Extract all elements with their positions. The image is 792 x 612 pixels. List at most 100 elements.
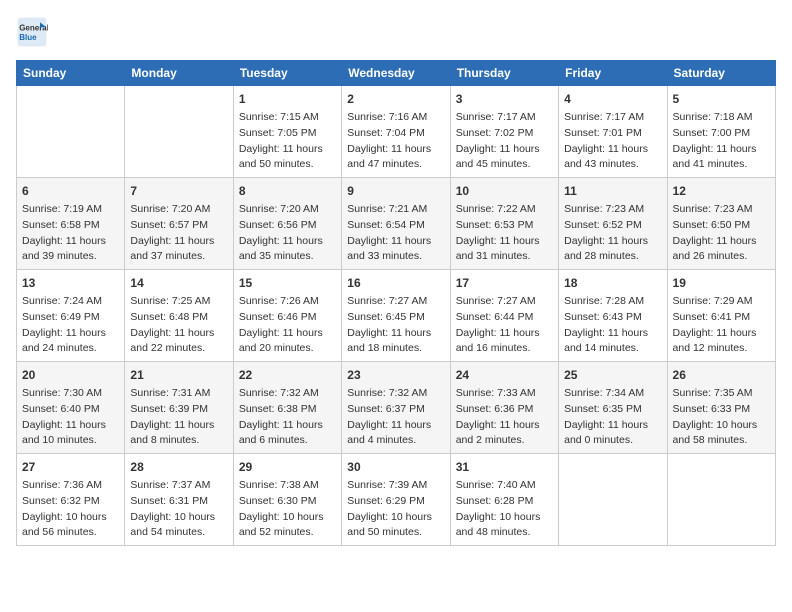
day-number: 2 bbox=[347, 90, 444, 108]
cell-content: Sunrise: 7:17 AM Sunset: 7:01 PM Dayligh… bbox=[564, 110, 661, 173]
day-number: 13 bbox=[22, 274, 119, 292]
cell-content: Sunrise: 7:38 AM Sunset: 6:30 PM Dayligh… bbox=[239, 478, 336, 541]
cell-content: Sunrise: 7:27 AM Sunset: 6:45 PM Dayligh… bbox=[347, 294, 444, 357]
day-number: 26 bbox=[673, 366, 770, 384]
day-number: 27 bbox=[22, 458, 119, 476]
column-header-wednesday: Wednesday bbox=[342, 61, 450, 86]
cell-content: Sunrise: 7:27 AM Sunset: 6:44 PM Dayligh… bbox=[456, 294, 553, 357]
cell-content: Sunrise: 7:33 AM Sunset: 6:36 PM Dayligh… bbox=[456, 386, 553, 449]
calendar-cell: 3Sunrise: 7:17 AM Sunset: 7:02 PM Daylig… bbox=[450, 86, 558, 178]
cell-content: Sunrise: 7:36 AM Sunset: 6:32 PM Dayligh… bbox=[22, 478, 119, 541]
logo-icon: General Blue bbox=[16, 16, 48, 48]
svg-text:General: General bbox=[19, 23, 48, 32]
day-number: 12 bbox=[673, 182, 770, 200]
cell-content: Sunrise: 7:22 AM Sunset: 6:53 PM Dayligh… bbox=[456, 202, 553, 265]
calendar-cell: 24 Sunrise: 7:33 AM Sunset: 6:36 PM Dayli… bbox=[450, 362, 558, 454]
calendar-cell: 5 Sunrise: 7:18 AM Sunset: 7:00 PM Daylig… bbox=[667, 86, 775, 178]
cell-content: Sunrise: 7:31 AM Sunset: 6:39 PM Dayligh… bbox=[130, 386, 227, 449]
day-number: 7 bbox=[130, 182, 227, 200]
calendar-cell: 31Sunrise: 7:40 AM Sunset: 6:28 PM Dayli… bbox=[450, 454, 558, 546]
calendar-cell bbox=[125, 86, 233, 178]
column-header-monday: Monday bbox=[125, 61, 233, 86]
cell-content: Sunrise: 7:16 AM Sunset: 7:04 PM Dayligh… bbox=[347, 110, 444, 173]
calendar-cell: 26Sunrise: 7:35 AM Sunset: 6:33 PM Dayli… bbox=[667, 362, 775, 454]
day-number: 25 bbox=[564, 366, 661, 384]
day-number: 16 bbox=[347, 274, 444, 292]
day-number: 5 bbox=[673, 90, 770, 108]
cell-content: Sunrise: 7:30 AM Sunset: 6:40 PM Dayligh… bbox=[22, 386, 119, 449]
calendar-cell bbox=[17, 86, 125, 178]
calendar-cell: 19 Sunrise: 7:29 AM Sunset: 6:41 PM Dayli… bbox=[667, 270, 775, 362]
day-number: 24 bbox=[456, 366, 553, 384]
day-number: 9 bbox=[347, 182, 444, 200]
day-number: 19 bbox=[673, 274, 770, 292]
day-number: 15 bbox=[239, 274, 336, 292]
logo: General Blue bbox=[16, 16, 52, 48]
day-number: 17 bbox=[456, 274, 553, 292]
calendar-cell bbox=[667, 454, 775, 546]
cell-content: Sunrise: 7:15 AM Sunset: 7:05 PM Dayligh… bbox=[239, 110, 336, 173]
calendar-cell: 25 Sunrise: 7:34 AM Sunset: 6:35 PM Dayli… bbox=[559, 362, 667, 454]
column-header-sunday: Sunday bbox=[17, 61, 125, 86]
week-row-5: 27 Sunrise: 7:36 AM Sunset: 6:32 PM Dayli… bbox=[17, 454, 776, 546]
day-number: 28 bbox=[130, 458, 227, 476]
calendar-cell: 20 Sunrise: 7:30 AM Sunset: 6:40 PM Dayli… bbox=[17, 362, 125, 454]
column-header-saturday: Saturday bbox=[667, 61, 775, 86]
cell-content: Sunrise: 7:21 AM Sunset: 6:54 PM Dayligh… bbox=[347, 202, 444, 265]
day-number: 30 bbox=[347, 458, 444, 476]
cell-content: Sunrise: 7:32 AM Sunset: 6:38 PM Dayligh… bbox=[239, 386, 336, 449]
cell-content: Sunrise: 7:28 AM Sunset: 6:43 PM Dayligh… bbox=[564, 294, 661, 357]
calendar-cell: 27 Sunrise: 7:36 AM Sunset: 6:32 PM Dayli… bbox=[17, 454, 125, 546]
day-number: 29 bbox=[239, 458, 336, 476]
calendar-cell: 11 Sunrise: 7:23 AM Sunset: 6:52 PM Dayli… bbox=[559, 178, 667, 270]
cell-content: Sunrise: 7:23 AM Sunset: 6:52 PM Dayligh… bbox=[564, 202, 661, 265]
cell-content: Sunrise: 7:19 AM Sunset: 6:58 PM Dayligh… bbox=[22, 202, 119, 265]
cell-content: Sunrise: 7:25 AM Sunset: 6:48 PM Dayligh… bbox=[130, 294, 227, 357]
cell-content: Sunrise: 7:24 AM Sunset: 6:49 PM Dayligh… bbox=[22, 294, 119, 357]
cell-content: Sunrise: 7:18 AM Sunset: 7:00 PM Dayligh… bbox=[673, 110, 770, 173]
svg-text:Blue: Blue bbox=[19, 33, 37, 42]
column-header-thursday: Thursday bbox=[450, 61, 558, 86]
calendar-cell: 23 Sunrise: 7:32 AM Sunset: 6:37 PM Dayli… bbox=[342, 362, 450, 454]
day-number: 31 bbox=[456, 458, 553, 476]
cell-content: Sunrise: 7:26 AM Sunset: 6:46 PM Dayligh… bbox=[239, 294, 336, 357]
week-row-1: 1 Sunrise: 7:15 AM Sunset: 7:05 PM Daylig… bbox=[17, 86, 776, 178]
calendar-cell: 7 Sunrise: 7:20 AM Sunset: 6:57 PM Daylig… bbox=[125, 178, 233, 270]
cell-content: Sunrise: 7:29 AM Sunset: 6:41 PM Dayligh… bbox=[673, 294, 770, 357]
calendar-cell: 13 Sunrise: 7:24 AM Sunset: 6:49 PM Dayli… bbox=[17, 270, 125, 362]
calendar-cell: 14Sunrise: 7:25 AM Sunset: 6:48 PM Dayli… bbox=[125, 270, 233, 362]
cell-content: Sunrise: 7:34 AM Sunset: 6:35 PM Dayligh… bbox=[564, 386, 661, 449]
cell-content: Sunrise: 7:20 AM Sunset: 6:56 PM Dayligh… bbox=[239, 202, 336, 265]
calendar-cell: 30 Sunrise: 7:39 AM Sunset: 6:29 PM Dayli… bbox=[342, 454, 450, 546]
day-number: 8 bbox=[239, 182, 336, 200]
week-row-3: 13 Sunrise: 7:24 AM Sunset: 6:49 PM Dayli… bbox=[17, 270, 776, 362]
day-number: 23 bbox=[347, 366, 444, 384]
calendar-cell: 28 Sunrise: 7:37 AM Sunset: 6:31 PM Dayli… bbox=[125, 454, 233, 546]
day-number: 3 bbox=[456, 90, 553, 108]
cell-content: Sunrise: 7:23 AM Sunset: 6:50 PM Dayligh… bbox=[673, 202, 770, 265]
calendar-cell: 4Sunrise: 7:17 AM Sunset: 7:01 PM Daylig… bbox=[559, 86, 667, 178]
cell-content: Sunrise: 7:37 AM Sunset: 6:31 PM Dayligh… bbox=[130, 478, 227, 541]
calendar-cell: 29 Sunrise: 7:38 AM Sunset: 6:30 PM Dayli… bbox=[233, 454, 341, 546]
calendar-cell: 18Sunrise: 7:28 AM Sunset: 6:43 PM Dayli… bbox=[559, 270, 667, 362]
cell-content: Sunrise: 7:39 AM Sunset: 6:29 PM Dayligh… bbox=[347, 478, 444, 541]
day-number: 10 bbox=[456, 182, 553, 200]
calendar-cell: 6Sunrise: 7:19 AM Sunset: 6:58 PM Daylig… bbox=[17, 178, 125, 270]
week-row-2: 6Sunrise: 7:19 AM Sunset: 6:58 PM Daylig… bbox=[17, 178, 776, 270]
cell-content: Sunrise: 7:20 AM Sunset: 6:57 PM Dayligh… bbox=[130, 202, 227, 265]
week-row-4: 20 Sunrise: 7:30 AM Sunset: 6:40 PM Dayli… bbox=[17, 362, 776, 454]
cell-content: Sunrise: 7:32 AM Sunset: 6:37 PM Dayligh… bbox=[347, 386, 444, 449]
calendar-cell: 10 Sunrise: 7:22 AM Sunset: 6:53 PM Dayli… bbox=[450, 178, 558, 270]
day-number: 11 bbox=[564, 182, 661, 200]
day-number: 1 bbox=[239, 90, 336, 108]
calendar-cell bbox=[559, 454, 667, 546]
page-header: General Blue bbox=[16, 16, 776, 48]
calendar-cell: 12 Sunrise: 7:23 AM Sunset: 6:50 PM Dayli… bbox=[667, 178, 775, 270]
day-number: 20 bbox=[22, 366, 119, 384]
calendar-cell: 2 Sunrise: 7:16 AM Sunset: 7:04 PM Daylig… bbox=[342, 86, 450, 178]
calendar-cell: 1 Sunrise: 7:15 AM Sunset: 7:05 PM Daylig… bbox=[233, 86, 341, 178]
calendar-cell: 22 Sunrise: 7:32 AM Sunset: 6:38 PM Dayli… bbox=[233, 362, 341, 454]
day-number: 22 bbox=[239, 366, 336, 384]
calendar-cell: 8 Sunrise: 7:20 AM Sunset: 6:56 PM Daylig… bbox=[233, 178, 341, 270]
calendar-cell: 15 Sunrise: 7:26 AM Sunset: 6:46 PM Dayli… bbox=[233, 270, 341, 362]
